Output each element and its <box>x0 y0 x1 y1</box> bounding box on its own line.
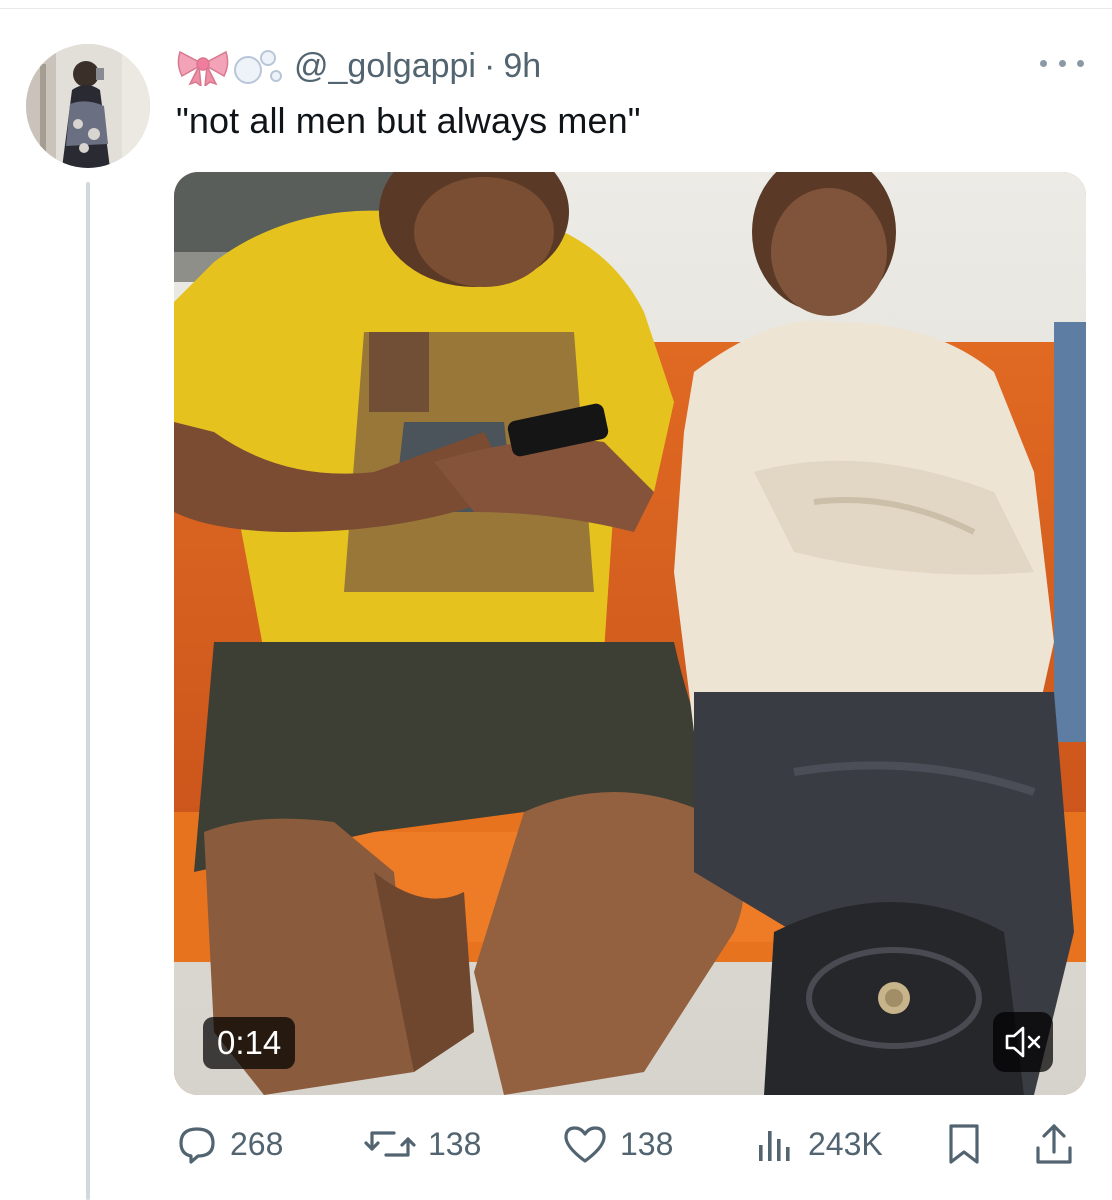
like-button[interactable]: 138 <box>562 1112 673 1176</box>
speaker-muted-icon <box>1005 1026 1041 1058</box>
video-frame <box>174 172 1086 1095</box>
mute-toggle-button[interactable] <box>993 1012 1053 1072</box>
share-icon <box>1036 1124 1072 1164</box>
tweet-page: @_golgappi · 9h "not all men but always … <box>0 0 1112 1200</box>
analytics-icon <box>759 1131 790 1161</box>
tweet-header: @_golgappi · 9h <box>176 42 541 90</box>
tweet-timestamp[interactable]: 9h <box>503 47 541 86</box>
bookmark-icon <box>949 1124 979 1164</box>
like-count: 138 <box>620 1125 674 1162</box>
avatar-photo <box>26 44 150 168</box>
repost-count: 138 <box>428 1125 482 1162</box>
top-divider <box>0 8 1112 9</box>
bubbles-icon <box>234 50 282 84</box>
video-player[interactable]: 0:14 <box>174 172 1086 1095</box>
handle-time-separator: · <box>484 46 496 85</box>
reply-icon <box>179 1127 215 1164</box>
more-options-button[interactable] <box>1040 48 1084 78</box>
reply-count: 268 <box>230 1125 284 1162</box>
repost-button[interactable]: 138 <box>364 1112 481 1176</box>
heart-icon <box>564 1126 606 1163</box>
share-button[interactable] <box>1032 1112 1076 1176</box>
reply-button[interactable]: 268 <box>176 1112 283 1176</box>
tweet-text: "not all men but always men" <box>176 100 641 141</box>
more-options-icon <box>1040 59 1047 67</box>
views-button[interactable]: 243K <box>754 1112 883 1176</box>
display-name-emoji <box>176 46 286 86</box>
repost-icon <box>364 1131 416 1157</box>
video-duration-badge: 0:14 <box>203 1017 296 1069</box>
tweet-action-bar: 268 138 138 243K <box>0 1112 1112 1176</box>
bookmark-button[interactable] <box>944 1112 984 1176</box>
view-count: 243K <box>808 1125 883 1162</box>
ribbon-icon <box>177 50 229 86</box>
avatar[interactable] <box>26 44 150 168</box>
user-handle[interactable]: @_golgappi <box>294 47 476 86</box>
thread-line <box>86 182 90 1200</box>
